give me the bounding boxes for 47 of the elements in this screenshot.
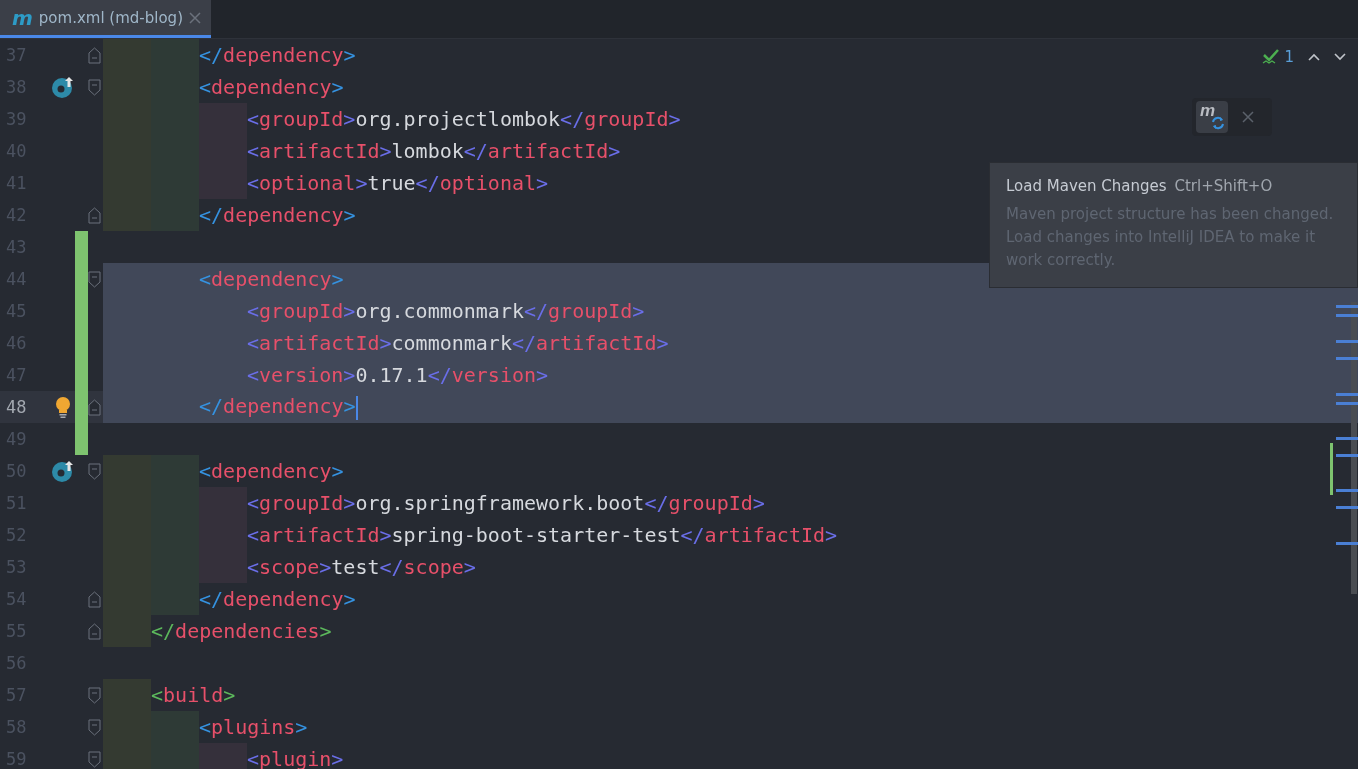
code-line: <version>0.17.1</version> [247, 363, 549, 387]
code-line: <scope>test</scope> [247, 555, 476, 579]
code-line: <optional>true</optional> [247, 171, 549, 195]
tooltip-title: Load Maven Changes [1006, 177, 1167, 195]
load-maven-changes-button[interactable]: m [1196, 101, 1228, 133]
code-line: <build> [151, 683, 236, 707]
fold-icon[interactable] [88, 590, 101, 608]
code-line: </dependency> [199, 587, 356, 611]
fold-icon[interactable] [88, 46, 101, 64]
fold-icon[interactable] [88, 462, 101, 480]
fold-icon[interactable] [88, 718, 101, 736]
maven-logo-icon: m [12, 7, 33, 28]
code-line: <artifactId>lombok</artifactId> [247, 139, 621, 163]
chevron-up-icon[interactable] [1308, 53, 1320, 61]
code-line: </dependency> [199, 43, 356, 67]
code-line: <dependency> [199, 267, 344, 291]
close-icon[interactable] [1242, 111, 1254, 123]
fold-icon[interactable] [88, 78, 101, 96]
code-line: <artifactId>commonmark</artifactId> [247, 331, 669, 355]
code-line: </dependency> [199, 203, 356, 227]
code-line: <groupId>org.commonmark</groupId> [247, 299, 645, 323]
override-icon[interactable] [50, 75, 75, 99]
override-icon[interactable] [50, 459, 75, 483]
chevron-down-icon[interactable] [1334, 53, 1346, 61]
code-line: <dependency> [199, 75, 344, 99]
refresh-icon [1211, 116, 1225, 130]
close-icon[interactable] [189, 11, 201, 24]
check-icon[interactable] [1262, 49, 1281, 65]
problem-count: 1 [1284, 48, 1294, 66]
fold-icon[interactable] [88, 622, 101, 640]
code-line: <artifactId>spring-boot-starter-test</artifactId> [247, 523, 838, 547]
code-line: <groupId>org.springframework.boot</groupId> [247, 491, 765, 515]
fold-icon[interactable] [88, 206, 101, 224]
code-line: </dependency> [199, 394, 358, 420]
lightbulb-icon[interactable] [54, 396, 71, 418]
fold-icon[interactable] [88, 686, 101, 704]
shortcut-text: Ctrl+Shift+O [1174, 177, 1273, 195]
text-cursor [355, 395, 358, 420]
code-line: <groupId>org.projectlombok</groupId> [247, 107, 681, 131]
code-line: </dependencies> [151, 619, 332, 643]
fold-icon[interactable] [88, 750, 101, 768]
code-line: <plugins> [199, 715, 308, 739]
fold-icon[interactable] [88, 398, 101, 416]
line-number: 48 [5, 396, 28, 419]
fold-icon[interactable] [88, 270, 101, 288]
editor-tab[interactable]: m pom.xml (md-blog) [0, 0, 211, 38]
code-line: <dependency> [199, 459, 344, 483]
